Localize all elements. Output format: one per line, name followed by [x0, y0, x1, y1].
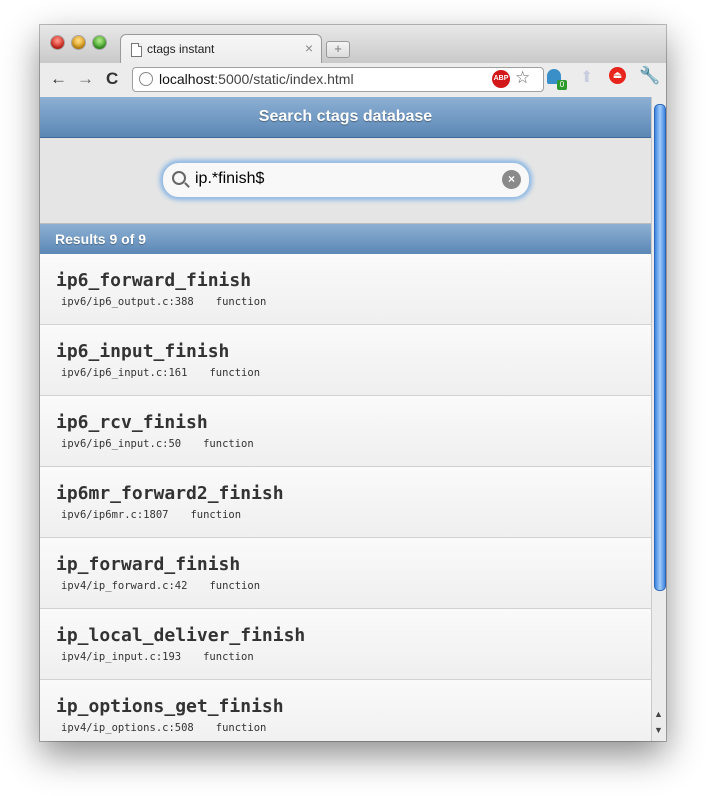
wrench-menu-icon[interactable]: 🔧 [639, 66, 660, 86]
page-content: Search ctags database ip.*finish$ × Resu… [40, 97, 651, 741]
forward-button[interactable]: → [77, 69, 94, 89]
search-icon [172, 171, 186, 185]
result-kind: function [215, 722, 267, 734]
result-file: ipv4/ip_input.c:193 [61, 651, 182, 663]
result-kind: function [203, 651, 254, 663]
page-title: Search ctags database [40, 97, 651, 138]
result-row[interactable]: ip6mr_forward2_finish ipv6/ip6mr.c:1807 f… [40, 467, 651, 538]
minimize-window-button[interactable] [72, 36, 85, 49]
result-meta: ipv4/ip_forward.c:42 function [61, 580, 260, 592]
back-button[interactable]: ← [50, 69, 67, 89]
vertical-scrollbar[interactable]: ▲ ▼ [651, 97, 666, 741]
stop-extension-icon[interactable]: ⏏ [609, 67, 626, 84]
extension-badge: 0 [557, 80, 567, 90]
result-row[interactable]: ip_options_get_finish ipv4/ip_options.c:… [40, 680, 651, 741]
result-kind: function [203, 438, 254, 450]
clear-search-icon[interactable]: × [502, 170, 521, 189]
search-area: ip.*finish$ × [40, 138, 651, 224]
result-meta: ipv6/ip6_output.c:388 function [61, 296, 266, 308]
result-name[interactable]: ip_local_deliver_finish [56, 625, 305, 646]
result-meta: ipv6/ip6_input.c:161 function [61, 367, 260, 379]
scroll-up-arrow-icon[interactable]: ▲ [654, 709, 663, 719]
result-meta: ipv6/ip6mr.c:1807 function [61, 509, 241, 521]
result-name[interactable]: ip_forward_finish [56, 554, 240, 575]
result-row[interactable]: ip6_forward_finish ipv6/ip6_output.c:388… [40, 254, 651, 325]
search-input[interactable]: ip.*finish$ × [162, 162, 530, 198]
globe-icon [139, 72, 153, 86]
result-file: ipv6/ip6_output.c:388 [61, 296, 194, 308]
result-meta: ipv6/ip6_input.c:50 function [61, 438, 254, 450]
zoom-window-button[interactable] [93, 36, 106, 49]
search-input-value[interactable]: ip.*finish$ [195, 170, 264, 188]
address-bar[interactable]: localhost:5000/static/index.html ABP ☆ [132, 67, 544, 92]
url-text[interactable]: localhost:5000/static/index.html [159, 71, 354, 87]
result-row[interactable]: ip_forward_finish ipv4/ip_forward.c:42 fu… [40, 538, 651, 609]
result-name[interactable]: ip6_rcv_finish [56, 412, 208, 433]
result-kind: function [190, 509, 242, 521]
adblock-icon[interactable]: ABP [492, 70, 510, 88]
result-kind: function [209, 367, 261, 379]
tab-ctags-instant[interactable]: ctags instant × [120, 34, 322, 65]
document-icon [131, 43, 142, 57]
browser-window: ctags instant × + ← → C localhost:5000/s… [40, 25, 666, 741]
result-file: ipv6/ip6mr.c:1807 [61, 509, 169, 521]
result-row[interactable]: ip_local_deliver_finish ipv4/ip_input.c:… [40, 609, 651, 680]
result-file: ipv4/ip_forward.c:42 [61, 580, 188, 592]
tab-strip: ctags instant × + [40, 25, 666, 65]
browser-toolbar: ← → C localhost:5000/static/index.html A… [40, 63, 666, 98]
extension-faded-icon[interactable]: ⬆ [580, 67, 593, 87]
results-count: Results 9 of 9 [40, 224, 651, 254]
tab-close-icon[interactable]: × [305, 40, 313, 56]
result-meta: ipv4/ip_options.c:508 function [61, 722, 266, 734]
tab-title: ctags instant [147, 42, 215, 56]
result-row[interactable]: ip6_input_finish ipv6/ip6_input.c:161 fun… [40, 325, 651, 396]
result-name[interactable]: ip6mr_forward2_finish [56, 483, 284, 504]
bookmark-star-icon[interactable]: ☆ [515, 68, 530, 88]
scrollbar-thumb[interactable] [654, 104, 666, 591]
result-file: ipv6/ip6_input.c:50 [61, 438, 182, 450]
result-kind: function [215, 296, 267, 308]
reload-button[interactable]: C [106, 69, 118, 89]
result-kind: function [209, 580, 261, 592]
result-meta: ipv4/ip_input.c:193 function [61, 651, 254, 663]
result-name[interactable]: ip6_input_finish [56, 341, 229, 362]
result-row[interactable]: ip6_rcv_finish ipv6/ip6_input.c:50 functi… [40, 396, 651, 467]
result-file: ipv6/ip6_input.c:161 [61, 367, 188, 379]
result-name[interactable]: ip_options_get_finish [56, 696, 284, 717]
close-window-button[interactable] [51, 36, 64, 49]
result-file: ipv4/ip_options.c:508 [61, 722, 194, 734]
result-name[interactable]: ip6_forward_finish [56, 270, 251, 291]
scroll-down-arrow-icon[interactable]: ▼ [654, 725, 663, 735]
new-tab-button[interactable]: + [326, 41, 350, 58]
